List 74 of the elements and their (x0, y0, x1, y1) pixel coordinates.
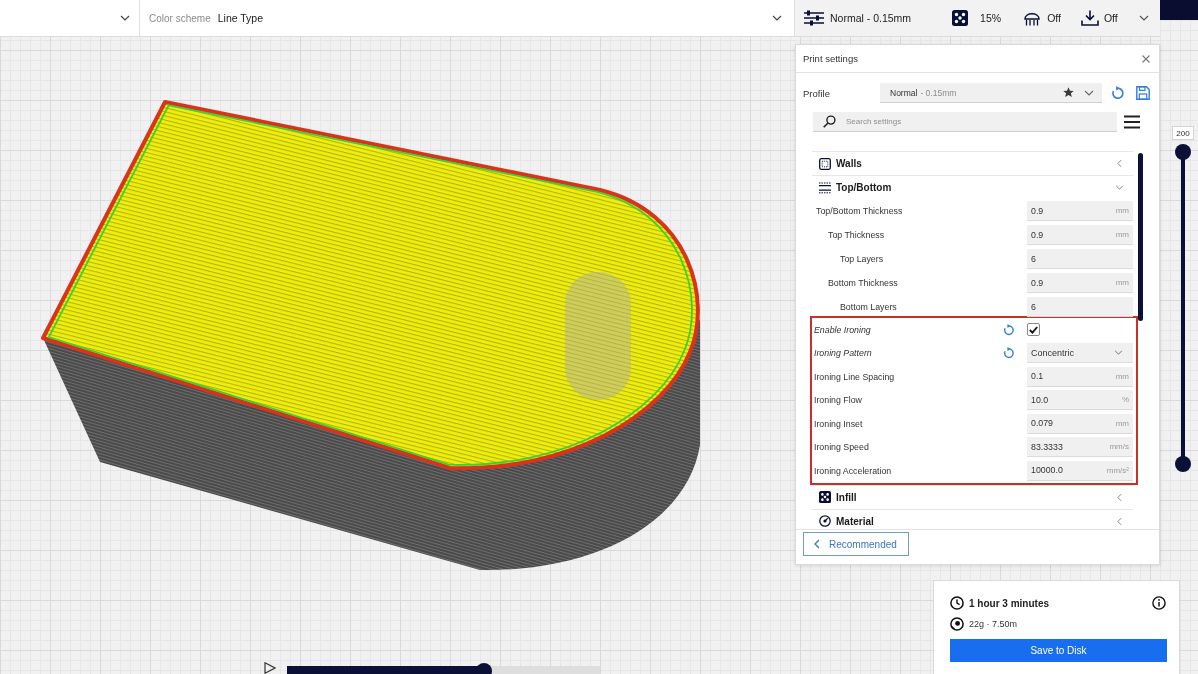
adhesion-summary-text: Off (1103, 12, 1118, 24)
checkbox[interactable] (1027, 323, 1040, 337)
setting-label: Enable Ironing (814, 324, 871, 335)
setting-label: Ironing Inset (814, 418, 863, 429)
dome-icon (1023, 10, 1042, 26)
star-icon (1063, 87, 1074, 98)
timeline-handle[interactable] (476, 663, 493, 674)
clock-icon (950, 596, 964, 610)
chevron-down-icon (120, 15, 130, 21)
category-header[interactable]: Top/Bottom (812, 175, 1133, 199)
header-strip (1160, 0, 1198, 20)
save-icon[interactable] (1136, 86, 1150, 100)
panel-title: Print settings (803, 53, 858, 64)
gauge-icon (819, 515, 831, 527)
number-field[interactable]: 83.3333 mm/s (1027, 437, 1133, 458)
number-field[interactable]: 0.079 mm (1027, 413, 1133, 434)
profile-dropdown[interactable]: Normal - 0.15mm (880, 83, 1102, 103)
disc-icon (950, 617, 964, 631)
material-usage-text: 22g · 7.50m (969, 619, 1018, 629)
setting-label: Bottom Thickness (828, 278, 898, 288)
number-field[interactable]: 10.0 % (1027, 390, 1133, 411)
layer-number-label: 200 (1172, 126, 1194, 140)
recommended-button[interactable]: Recommended (803, 532, 909, 556)
save-to-disk-button[interactable]: Save to Disk (950, 639, 1167, 662)
sliders-icon (803, 10, 825, 26)
dotted-square-icon (819, 157, 831, 170)
number-field[interactable]: 0.1 mm (1027, 366, 1133, 387)
dropdown-field[interactable]: Concentric (1027, 343, 1133, 364)
chevron-left-icon (814, 539, 820, 549)
close-icon[interactable] (1142, 54, 1150, 63)
setting-label: Ironing Acceleration (814, 465, 892, 476)
number-field[interactable]: 0.9 mm (1027, 201, 1133, 221)
setting-label: Bottom Layers (840, 302, 897, 312)
download-icon (1080, 10, 1099, 26)
color-scheme-label: Color scheme (149, 12, 211, 24)
setting-label: Ironing Line Spacing (814, 371, 895, 382)
dice-icon (819, 491, 831, 503)
setting-label: Top/Bottom Thickness (816, 206, 903, 216)
layers-icon (819, 181, 831, 194)
setting-label: Ironing Speed (814, 442, 869, 453)
profile-summary-text: Normal - 0.15mm (830, 12, 912, 24)
profile-label: Profile (803, 87, 831, 99)
category-header[interactable]: Walls (812, 151, 1133, 175)
play-icon[interactable] (264, 662, 276, 674)
number-field[interactable]: 10000.0 mm/s² (1027, 460, 1133, 481)
chevron-down-icon (1084, 89, 1094, 96)
setting-label: Top Layers (840, 254, 884, 264)
print-setup-bar[interactable]: Normal - 0.15mm 15% Off Off (795, 0, 1160, 36)
checkmark-icon (1029, 325, 1038, 334)
info-icon[interactable] (1152, 596, 1166, 610)
support-summary-text: Off (1047, 12, 1061, 24)
scrollbar-thumb[interactable] (1138, 153, 1143, 321)
reset-icon[interactable] (1003, 323, 1015, 336)
chevron-down-icon (1139, 15, 1149, 21)
setting-label: Ironing Flow (814, 395, 862, 406)
chevron-down-icon (772, 15, 782, 21)
category-header[interactable]: Infill (812, 484, 1133, 509)
search-icon (823, 115, 836, 128)
dice-icon (952, 10, 969, 26)
menu-icon[interactable] (1124, 115, 1140, 129)
number-field[interactable]: 0.9 mm (1027, 273, 1133, 293)
reset-icon[interactable] (1111, 86, 1125, 100)
chevron-down-icon (1114, 350, 1123, 356)
timeline-track[interactable] (287, 666, 600, 674)
number-field[interactable]: 6 (1027, 297, 1133, 317)
reset-icon[interactable] (1003, 347, 1015, 360)
infill-summary-text: 15% (980, 12, 1002, 24)
number-field[interactable]: 6 (1027, 249, 1133, 269)
number-field[interactable]: 0.9 mm (1027, 225, 1133, 245)
setting-label: Ironing Pattern (814, 348, 872, 359)
setting-label: Top Thickness (828, 230, 885, 240)
search-field[interactable]: Search settings (813, 112, 1117, 132)
layer-slider-track[interactable] (1175, 144, 1191, 472)
print-time-text: 1 hour 3 minutes (969, 597, 1049, 609)
